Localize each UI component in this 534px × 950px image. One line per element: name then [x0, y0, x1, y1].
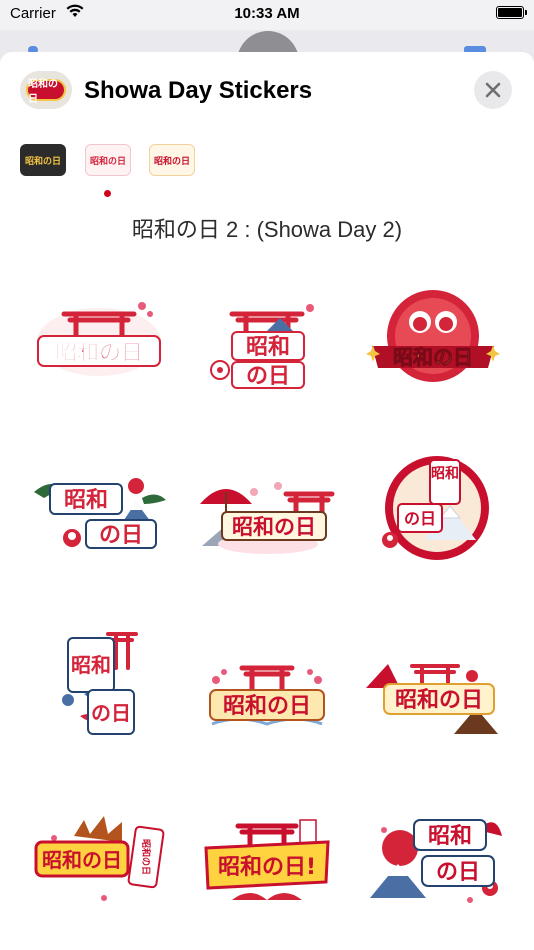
sticker-text-line-1: 昭和 [428, 824, 472, 849]
sticker-text-line-2: の日 [404, 509, 436, 528]
sticker-2[interactable]: 昭和 の日 [192, 284, 342, 394]
sticker-text: 昭和の日 [232, 515, 316, 539]
pack-thumbnail-3[interactable]: 昭和の日 [149, 144, 195, 176]
sheet-title: Showa Day Stickers [84, 77, 313, 104]
clock: 10:33 AM [234, 5, 300, 22]
sticker-text-line-1: 昭和 [64, 488, 108, 513]
selected-pack-indicator [104, 190, 111, 197]
sticker-5[interactable]: 昭和の日 [192, 452, 342, 562]
pack-title: 昭和の日 2 : (Showa Day 2) [131, 217, 403, 242]
sticker-text-line-2: の日 [436, 860, 480, 885]
sticker-text: 昭和の日 [395, 688, 483, 713]
sticker-text: 昭和の日 [42, 848, 122, 872]
sticker-3[interactable]: 昭和の日 [358, 284, 508, 394]
sticker-4[interactable]: 昭和 の日 [24, 452, 174, 562]
battery-icon [496, 6, 527, 19]
app-icon-badge: 昭和の日 [26, 79, 66, 105]
close-icon [485, 82, 501, 98]
sticker-1[interactable]: 昭和の日 [24, 284, 174, 394]
sticker-9[interactable]: 昭和の日 [358, 628, 508, 738]
sticker-8[interactable]: 昭和の日 [192, 628, 342, 738]
status-bar: Carrier 10:33 AM [0, 0, 534, 30]
sticker-10[interactable]: 昭和の日 昭和の日 [24, 802, 174, 912]
sticker-6[interactable]: 昭和 の日 [362, 452, 512, 562]
sticker-text-line-2: の日 [91, 701, 131, 725]
sticker-11[interactable]: 昭和の日! [192, 802, 342, 912]
app-icon: 昭和の日 [20, 71, 72, 109]
sticker-text-line-2: の日 [99, 523, 143, 548]
sticker-7[interactable]: 昭和 の日 [24, 628, 174, 738]
sticker-12[interactable]: 昭和 の日 [360, 802, 510, 912]
sticker-text: 昭和の日 [223, 694, 311, 719]
pack-thumbnail-2[interactable]: 昭和の日 [85, 144, 131, 176]
close-button[interactable] [474, 71, 512, 109]
sticker-text: 昭和の日! [218, 855, 316, 880]
sticker-text-line-1: 昭和 [71, 653, 111, 677]
sticker-text-line-1: 昭和 [246, 335, 290, 360]
sticker-text-line-1: 昭和 [431, 466, 459, 482]
sticker-text: 昭和の日 [393, 345, 473, 369]
pack-thumbnail-1[interactable]: 昭和の日 [20, 144, 66, 176]
sticker-text-line-2: の日 [246, 364, 290, 389]
sticker-subtext: 昭和の日 [140, 839, 152, 875]
sticker-pack-sheet: 昭和の日 Showa Day Stickers 昭和の日 昭和の日 昭和の日 昭… [0, 52, 534, 950]
sticker-text: 昭和の日 [55, 341, 143, 366]
